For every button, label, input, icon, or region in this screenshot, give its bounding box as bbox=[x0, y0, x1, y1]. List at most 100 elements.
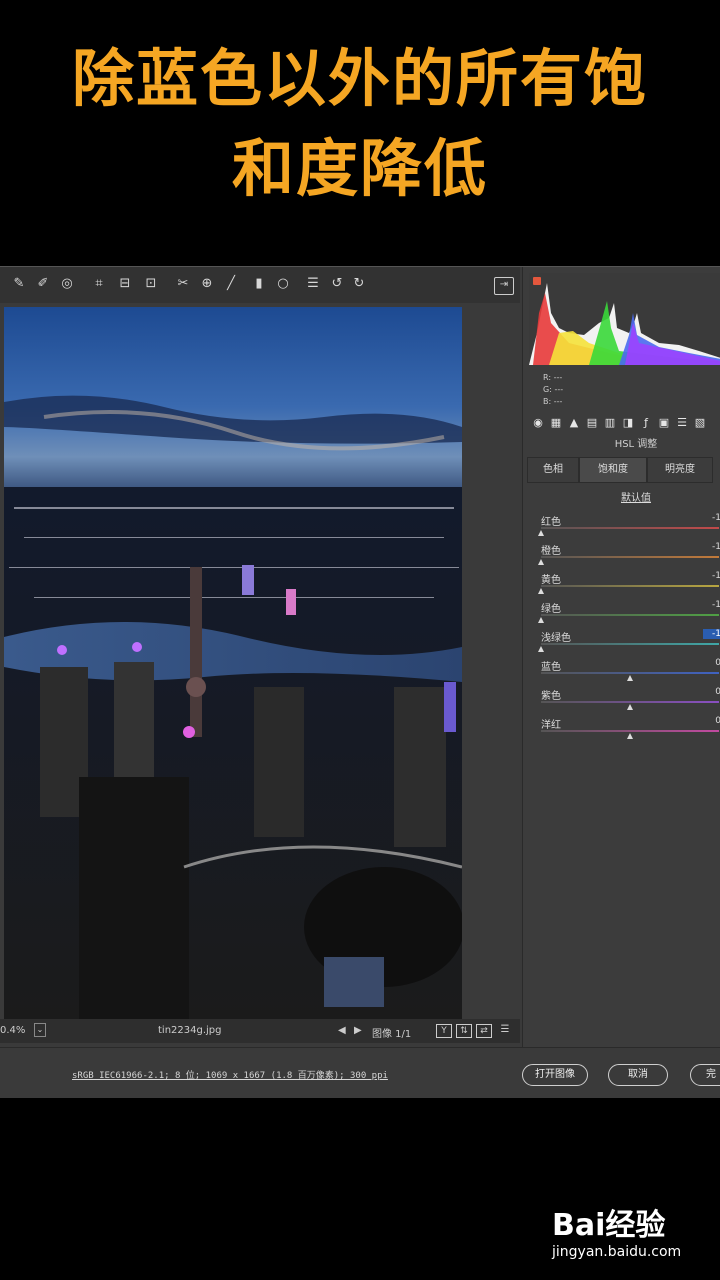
slider-row: 红色 -1 bbox=[538, 513, 720, 541]
slider-thumb[interactable] bbox=[538, 617, 544, 623]
tab-luminance[interactable]: 明亮度 bbox=[647, 457, 713, 483]
image-count: 图像 1/1 bbox=[372, 1029, 412, 1040]
split-toning-icon[interactable]: ▥ bbox=[603, 415, 617, 431]
slider-row: 紫色 0 bbox=[539, 687, 720, 715]
eyedropper-icon[interactable]: ✎ bbox=[10, 275, 28, 293]
slider-label: 蓝色 bbox=[541, 662, 561, 673]
b-value: --- bbox=[553, 397, 563, 406]
slider-value-field[interactable]: -1 bbox=[703, 513, 720, 523]
slider-value-field[interactable]: -1 bbox=[703, 600, 720, 610]
open-image-button[interactable]: 打开图像 bbox=[522, 1064, 588, 1086]
hsl-tabs: 色相 饱和度 明亮度 bbox=[527, 457, 720, 483]
color-sampler-icon[interactable]: ✐ bbox=[34, 275, 52, 293]
spot-removal-icon[interactable]: ✂ bbox=[174, 275, 192, 293]
swap-icon[interactable]: ⇅ bbox=[456, 1024, 472, 1038]
rotate-left-icon[interactable]: ↺ bbox=[328, 275, 346, 293]
slider-label: 黄色 bbox=[541, 575, 561, 586]
slider-value-field[interactable]: -1 bbox=[703, 629, 720, 639]
radial-filter-icon[interactable]: ○ bbox=[274, 275, 292, 293]
slider-track[interactable] bbox=[541, 556, 719, 558]
g-value: --- bbox=[554, 385, 564, 394]
slider-value-field[interactable]: -1 bbox=[703, 571, 720, 581]
baidu-logo: Bai经验 bbox=[552, 1208, 666, 1243]
slider-row: 洋红 0 bbox=[539, 716, 720, 744]
detail-icon[interactable]: ▲ bbox=[567, 415, 581, 431]
footer-bar: sRGB IEC61966-2.1; 8 位; 1069 x 1667 (1.8… bbox=[0, 1047, 720, 1098]
baidu-url: jingyan.baidu.com bbox=[552, 1244, 682, 1260]
hsl-icon[interactable]: ▤ bbox=[585, 415, 599, 431]
slider-track[interactable] bbox=[541, 643, 719, 645]
slider-label: 橙色 bbox=[541, 546, 561, 557]
effects-icon[interactable]: ƒ bbox=[639, 415, 653, 431]
r-label: R: bbox=[543, 373, 552, 382]
straighten-icon[interactable]: ⊟ bbox=[116, 275, 134, 293]
target-adjust-icon[interactable]: ◎ bbox=[58, 275, 76, 293]
histogram bbox=[529, 273, 720, 365]
slider-track[interactable] bbox=[541, 614, 719, 616]
camera-calibration-icon[interactable]: ▣ bbox=[657, 415, 671, 431]
slider-row: 黄色 -1 bbox=[538, 571, 720, 599]
slider-track[interactable] bbox=[541, 730, 719, 732]
default-link[interactable]: 默认值 bbox=[523, 489, 720, 504]
done-button[interactable]: 完 bbox=[690, 1064, 720, 1086]
tone-curve-icon[interactable]: ▦ bbox=[549, 415, 563, 431]
slider-track[interactable] bbox=[541, 672, 719, 674]
view-settings-icon[interactable]: ☰ bbox=[498, 1024, 512, 1036]
red-eye-icon[interactable]: ⊕ bbox=[198, 275, 216, 293]
slider-thumb[interactable] bbox=[627, 675, 633, 681]
slider-label: 洋红 bbox=[541, 720, 561, 731]
slider-value-field[interactable]: -1 bbox=[703, 542, 720, 552]
filename: tin2234g.jpg bbox=[158, 1025, 222, 1036]
zoom-dropdown-icon[interactable]: ⌄ bbox=[34, 1023, 46, 1037]
basic-panel-icon[interactable]: ◉ bbox=[531, 415, 545, 431]
workflow-options-link[interactable]: sRGB IEC61966-2.1; 8 位; 1069 x 1667 (1.8… bbox=[72, 1068, 388, 1081]
slider-thumb[interactable] bbox=[538, 646, 544, 652]
slider-track[interactable] bbox=[541, 527, 719, 529]
slider-row: 蓝色 0 bbox=[539, 658, 720, 686]
lens-corrections-icon[interactable]: ◨ bbox=[621, 415, 635, 431]
export-icon[interactable]: ⇥ bbox=[494, 277, 514, 295]
slider-value-field[interactable]: 0 bbox=[703, 687, 720, 697]
slider-row: 绿色 -1 bbox=[538, 600, 720, 628]
slider-thumb[interactable] bbox=[538, 588, 544, 594]
g-label: G: bbox=[543, 385, 552, 394]
next-image-icon[interactable]: ▶ bbox=[354, 1025, 362, 1036]
slider-value-field[interactable]: 0 bbox=[703, 658, 720, 668]
rotate-right-icon[interactable]: ↻ bbox=[350, 275, 368, 293]
r-value: --- bbox=[553, 373, 563, 382]
toolbar: ✎ ✐ ◎ ⌗ ⊟ ⊡ ✂ ⊕ ╱ ▮ ○ ☰ ↺ ↻ ⇥ bbox=[0, 267, 520, 303]
tab-hue[interactable]: 色相 bbox=[527, 457, 579, 483]
crop-icon[interactable]: ⌗ bbox=[90, 275, 108, 293]
shadow-clip-warning-icon[interactable] bbox=[533, 277, 541, 285]
caption-line-2: 和度降低 bbox=[231, 132, 488, 205]
tab-saturation[interactable]: 饱和度 bbox=[579, 457, 647, 483]
transform-icon[interactable]: ⊡ bbox=[142, 275, 160, 293]
slider-track[interactable] bbox=[541, 701, 719, 703]
copy-settings-icon[interactable]: ⇄ bbox=[476, 1024, 492, 1038]
status-bar: 0.4% ⌄ tin2234g.jpg ◀ ▶ 图像 1/1 Y ⇅ ⇄ ☰ bbox=[0, 1019, 520, 1043]
preferences-icon[interactable]: ☰ bbox=[304, 275, 322, 293]
cancel-button[interactable]: 取消 bbox=[608, 1064, 668, 1086]
before-after-icon[interactable]: Y bbox=[436, 1024, 452, 1038]
brush-icon[interactable]: ╱ bbox=[222, 275, 240, 293]
snapshots-icon[interactable]: ▧ bbox=[693, 415, 707, 431]
slider-thumb[interactable] bbox=[538, 559, 544, 565]
slider-thumb[interactable] bbox=[538, 530, 544, 536]
panel-title: HSL 调整 bbox=[614, 439, 658, 450]
camera-raw-window: ✎ ✐ ◎ ⌗ ⊟ ⊡ ✂ ⊕ ╱ ▮ ○ ☰ ↺ ↻ ⇥ 0.4% ⌄ tin… bbox=[0, 266, 720, 1098]
slider-thumb[interactable] bbox=[627, 704, 633, 710]
slider-label: 绿色 bbox=[541, 604, 561, 615]
slider-track[interactable] bbox=[541, 585, 719, 587]
prev-image-icon[interactable]: ◀ bbox=[338, 1025, 346, 1036]
presets-icon[interactable]: ☰ bbox=[675, 415, 689, 431]
slider-value-field[interactable]: 0 bbox=[703, 716, 720, 726]
slider-row: 橙色 -1 bbox=[538, 542, 720, 570]
slider-row: 浅绿色 -1 bbox=[538, 629, 720, 657]
slider-label: 浅绿色 bbox=[541, 633, 571, 644]
zoom-level[interactable]: 0.4% bbox=[0, 1025, 25, 1036]
slider-thumb[interactable] bbox=[627, 733, 633, 739]
slider-label: 红色 bbox=[541, 517, 561, 528]
watermark: Bai经验 jingyan.baidu.com bbox=[552, 1200, 712, 1270]
graduated-filter-icon[interactable]: ▮ bbox=[250, 275, 268, 293]
preview-image bbox=[4, 307, 462, 1019]
